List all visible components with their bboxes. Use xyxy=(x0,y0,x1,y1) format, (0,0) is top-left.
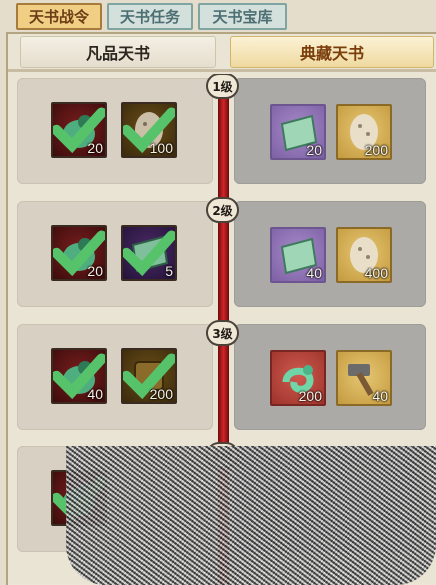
tab-treasury[interactable]: 天书宝库 xyxy=(198,3,287,30)
noise-overlay xyxy=(66,446,436,585)
reward-slot[interactable]: 200 xyxy=(336,104,392,160)
reward-quantity: 40 xyxy=(306,265,322,281)
premium-reward-row-1: 20 200 xyxy=(234,78,426,184)
reward-slot[interactable]: 40 xyxy=(270,227,326,283)
reward-slot[interactable]: 100 xyxy=(121,102,177,158)
reward-quantity: 40 xyxy=(87,386,103,402)
reward-quantity: 20 xyxy=(87,140,103,156)
reward-slot[interactable]: 20 xyxy=(51,102,107,158)
reward-quantity: 5 xyxy=(165,263,173,279)
header-divider xyxy=(8,69,436,72)
reward-slot[interactable]: 200 xyxy=(270,350,326,406)
reward-slot[interactable]: 20 xyxy=(51,225,107,281)
tab-tasks[interactable]: 天书任务 xyxy=(107,3,193,30)
reward-quantity: 200 xyxy=(149,386,173,402)
reward-quantity: 100 xyxy=(149,140,173,156)
reward-slot[interactable]: 400 xyxy=(336,227,392,283)
reward-quantity: 20 xyxy=(306,142,322,158)
premium-reward-row-3: 200 40 xyxy=(234,324,426,430)
basic-reward-row-2: 20 5 xyxy=(17,201,213,307)
reward-quantity: 200 xyxy=(298,388,322,404)
tab-bar: 天书战令 天书任务 天书宝库 xyxy=(0,0,436,32)
basic-reward-row-3: 40 200 xyxy=(17,324,213,430)
reward-slot[interactable]: 200 xyxy=(121,348,177,404)
reward-quantity: 400 xyxy=(364,265,388,281)
column-header-premium: 典藏天书 xyxy=(230,36,434,68)
reward-quantity: 40 xyxy=(372,388,388,404)
reward-slot[interactable]: 40 xyxy=(51,348,107,404)
level-badge: 2级 xyxy=(206,197,239,223)
tab-battle-pass[interactable]: 天书战令 xyxy=(16,3,102,30)
reward-slot[interactable]: 20 xyxy=(270,104,326,160)
reward-quantity: 200 xyxy=(364,142,388,158)
level-badge: 3级 xyxy=(206,320,239,346)
basic-reward-row-1: 20 100 xyxy=(17,78,213,184)
column-header-basic: 凡品天书 xyxy=(20,36,216,68)
reward-slot[interactable]: 5 xyxy=(121,225,177,281)
reward-quantity: 20 xyxy=(87,263,103,279)
premium-reward-row-2: 40 400 xyxy=(234,201,426,307)
reward-slot[interactable]: 40 xyxy=(336,350,392,406)
level-badge: 1级 xyxy=(206,74,239,99)
